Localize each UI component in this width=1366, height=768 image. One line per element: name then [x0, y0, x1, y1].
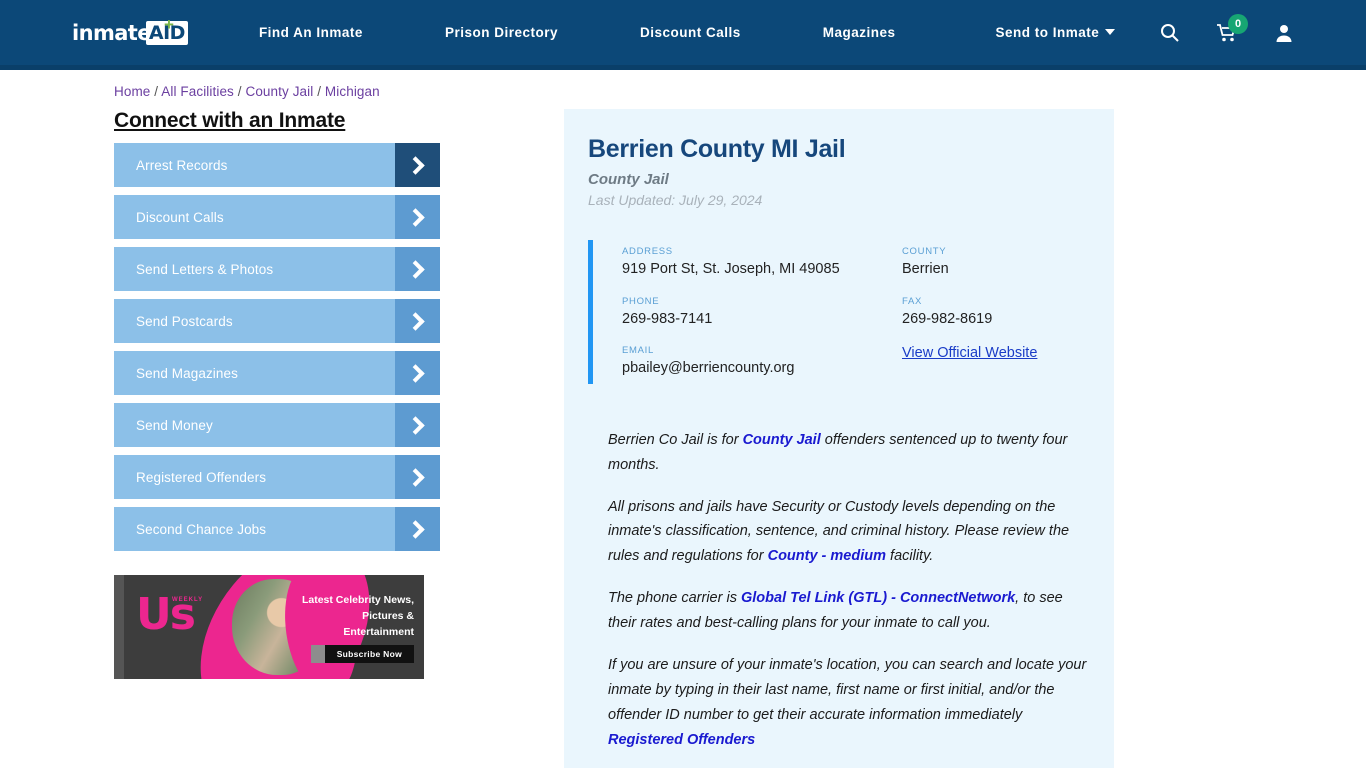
sidebar-item-label: Send Letters & Photos: [136, 261, 274, 277]
ad-left-strip: [114, 575, 124, 679]
cart-icon[interactable]: 0: [1216, 13, 1248, 43]
nav-item-discount-calls[interactable]: Discount Calls: [618, 25, 801, 40]
breadcrumb: Home / All Facilities / County Jail / Mi…: [114, 84, 1366, 99]
sidebar-item-label: Send Magazines: [136, 365, 238, 381]
breadcrumb-item-michigan[interactable]: Michigan: [325, 84, 380, 99]
nav-item-send-to-inmate-label: Send to Inmate: [995, 25, 1100, 40]
info-label: EMAIL: [622, 345, 655, 357]
info-label: PHONE: [622, 295, 660, 307]
breadcrumb-separator: /: [233, 84, 246, 99]
info-value: 269-983-7141: [622, 310, 713, 327]
breadcrumb-separator: /: [150, 84, 162, 99]
site-logo[interactable]: inmate AID +: [72, 16, 188, 46]
breadcrumb-item-all-facilities[interactable]: All Facilities: [161, 84, 234, 99]
chevron-right-icon: [395, 299, 440, 343]
ad-headline: Latest Celebrity News, Pictures & Entert…: [301, 594, 414, 638]
info-field-website: View Official Website: [902, 345, 1090, 378]
chevron-down-icon: [1105, 29, 1116, 35]
info-label: FAX: [902, 295, 923, 307]
ad-brand-sub: WEEKLY: [172, 597, 204, 603]
highlighted-link[interactable]: Global Tel Link (GTL) - ConnectNetwork: [741, 590, 1015, 606]
chevron-right-icon: [395, 143, 440, 187]
highlighted-link[interactable]: Registered Offenders: [608, 732, 755, 748]
description-paragraph: Berrien Co Jail is for County Jail offen…: [608, 431, 1068, 473]
sidebar-item-discount-calls[interactable]: Discount Calls: [114, 195, 440, 239]
nav-item-magazines[interactable]: Magazines: [801, 25, 974, 40]
sidebar-item-second-chance-jobs[interactable]: Second Chance Jobs: [114, 507, 440, 551]
facility-info-block: ADDRESS 919 Port St, St. Joseph, MI 4908…: [588, 240, 1090, 384]
sidebar-item-send-magazines[interactable]: Send Magazines: [114, 351, 440, 395]
highlighted-link[interactable]: County - medium: [768, 548, 886, 564]
page-body: Home / All Facilities / County Jail / Mi…: [0, 84, 1366, 768]
info-field-phone: PHONE 269-983-7141: [622, 296, 902, 329]
chevron-right-icon: [395, 455, 440, 499]
site-header: inmate AID + Find An Inmate Prison Direc…: [0, 0, 1366, 70]
sidebar-item-label: Discount Calls: [136, 209, 224, 225]
info-field-address: ADDRESS 919 Port St, St. Joseph, MI 4908…: [622, 246, 902, 279]
chevron-right-icon: [395, 351, 440, 395]
page-title: Berrien County MI Jail: [588, 135, 846, 163]
facility-card: Berrien County MI Jail County Jail Last …: [564, 109, 1114, 768]
info-value: 269-982-8619: [902, 310, 993, 327]
sidebar-item-label: Registered Offenders: [136, 469, 267, 485]
sidebar-item-send-postcards[interactable]: Send Postcards: [114, 299, 440, 343]
facility-type: County Jail: [588, 171, 669, 188]
chevron-right-icon: [395, 507, 440, 551]
description-paragraph: The phone carrier is Global Tel Link (GT…: [608, 590, 1063, 632]
breadcrumb-item-home[interactable]: Home: [114, 84, 150, 99]
sidebar-item-send-money[interactable]: Send Money: [114, 403, 440, 447]
info-value: pbailey@berriencounty.org: [622, 360, 795, 377]
nav-item-find-an-inmate[interactable]: Find An Inmate: [259, 25, 423, 40]
info-field-fax: FAX 269-982-8619: [902, 296, 1090, 329]
ad-subscribe-button[interactable]: Subscribe Now: [310, 645, 414, 663]
info-field-county: COUNTY Berrien: [902, 246, 1090, 279]
cart-count-badge: 0: [1228, 13, 1248, 34]
info-label: COUNTY: [902, 246, 947, 257]
sidebar: Connect with an Inmate Arrest Records Di…: [114, 109, 440, 768]
sidebar-item-arrest-records[interactable]: Arrest Records: [114, 143, 440, 187]
sidebar-item-label: Send Postcards: [136, 313, 233, 329]
chevron-right-icon: [395, 247, 440, 291]
sidebar-item-send-letters-photos[interactable]: Send Letters & Photos: [114, 247, 440, 291]
chevron-right-icon: [395, 403, 440, 447]
header-icon-group: 0: [1160, 13, 1294, 43]
main-nav: Find An Inmate Prison Directory Discount…: [259, 25, 1137, 40]
sidebar-item-label: Arrest Records: [136, 157, 228, 173]
main-content: Berrien County MI Jail County Jail Last …: [564, 109, 1114, 768]
content-columns: Connect with an Inmate Arrest Records Di…: [114, 109, 1366, 768]
view-official-website-link[interactable]: View Official Website: [902, 345, 1090, 361]
description-paragraph: If you are unsure of your inmate's locat…: [608, 657, 1087, 749]
search-icon[interactable]: [1160, 23, 1180, 43]
breadcrumb-separator: /: [313, 84, 325, 99]
sidebar-item-registered-offenders[interactable]: Registered Offenders: [114, 455, 440, 499]
description-paragraph: All prisons and jails have Security or C…: [608, 498, 1070, 565]
user-icon[interactable]: [1274, 23, 1294, 43]
advertisement-banner[interactable]: Us WEEKLY Latest Celebrity News, Picture…: [114, 575, 424, 679]
logo-plus-icon: +: [164, 14, 174, 34]
highlighted-link[interactable]: County Jail: [743, 432, 821, 448]
facility-description: Berrien Co Jail is for County Jail offen…: [588, 428, 1090, 753]
nav-item-prison-directory[interactable]: Prison Directory: [423, 25, 618, 40]
logo-text: inmate: [72, 20, 151, 45]
info-label: ADDRESS: [622, 246, 673, 257]
sidebar-item-label: Second Chance Jobs: [136, 521, 267, 537]
sidebar-title: Connect with an Inmate: [114, 109, 346, 132]
info-value: 919 Port St, St. Joseph, MI 49085: [622, 261, 840, 277]
info-value: Berrien: [902, 261, 949, 277]
info-field-email: EMAIL pbailey@berriencounty.org: [622, 345, 902, 378]
breadcrumb-item-county-jail[interactable]: County Jail: [245, 84, 313, 99]
sidebar-item-label: Send Money: [136, 417, 213, 433]
chevron-right-icon: [395, 195, 440, 239]
facility-last-updated: Last Updated: July 29, 2024: [588, 192, 763, 208]
nav-item-send-to-inmate[interactable]: Send to Inmate: [974, 25, 1138, 40]
